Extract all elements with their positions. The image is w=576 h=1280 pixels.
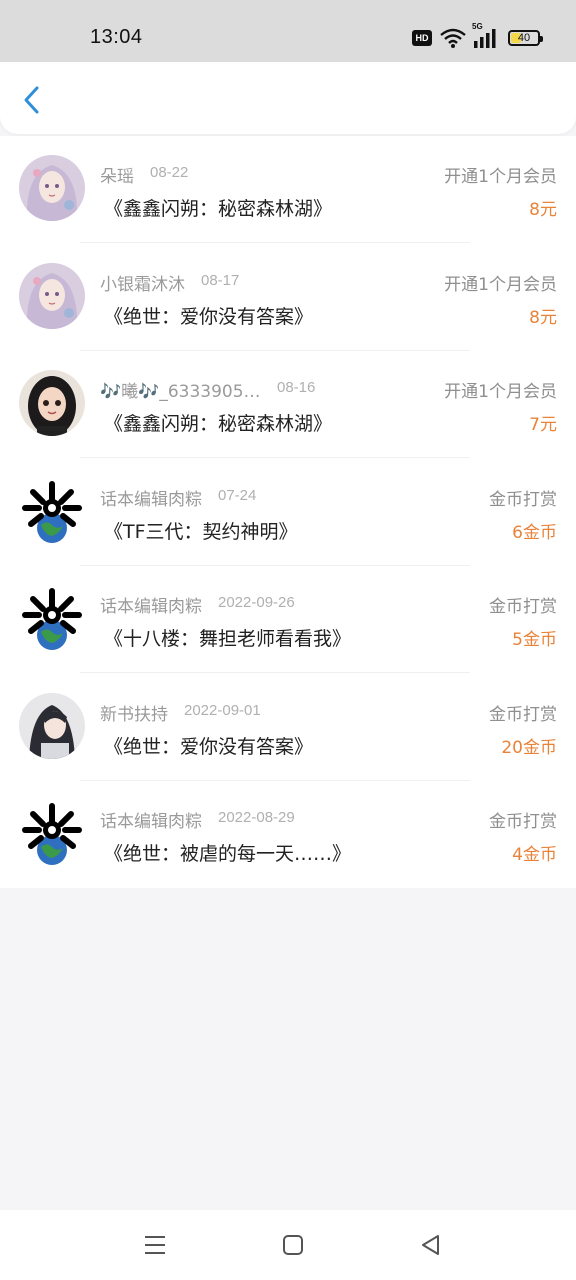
menu-button[interactable] [142,1232,168,1258]
record-amount: 7元 [529,415,557,435]
record-row[interactable]: 朵瑶 08-22 《鑫鑫闪朔：秘密森林湖》 开通1个月会员 8元 [0,136,576,243]
record-type: 金币打赏 [489,597,557,617]
book-title[interactable]: 《绝世：爱你没有答案》 [104,732,313,759]
username[interactable]: 小银霜沐沐 [100,270,185,295]
row-divider [80,242,470,243]
record-type: 金币打赏 [489,705,557,725]
record-row[interactable]: 小银霜沐沐 08-17 《绝世：爱你没有答案》 开通1个月会员 8元 [0,244,576,351]
record-date: 07-24 [218,487,257,504]
username[interactable]: 新书扶持 [100,700,168,725]
signal-5g-icon: 5G [472,22,500,48]
username[interactable]: 朵瑶 [100,162,134,187]
avatar[interactable] [19,693,85,759]
row-divider [80,672,470,673]
system-nav-bar [0,1210,576,1280]
wifi-icon [440,28,466,48]
network-type-label: 5G [472,22,483,31]
status-bar: 13:04 HD 5G 40 [0,0,576,62]
record-date: 2022-08-29 [218,809,295,826]
avatar[interactable] [19,155,85,221]
record-amount: 20金币 [501,738,557,758]
record-row[interactable]: 话本编辑肉粽 07-24 《TF三代：契约神明》 金币打赏 6金币 [0,459,576,566]
home-square-icon [283,1235,303,1255]
record-amount: 6金币 [512,523,557,543]
record-type: 金币打赏 [489,490,557,510]
menu-icon [145,1236,165,1254]
status-icons: HD 5G 40 [412,22,543,48]
status-time: 13:04 [90,26,143,48]
record-date: 2022-09-01 [184,702,261,719]
battery-tip [540,36,543,42]
avatar[interactable] [19,263,85,329]
avatar[interactable] [19,478,85,544]
record-date: 2022-09-26 [218,594,295,611]
book-title[interactable]: 《十八楼：舞担老师看看我》 [104,624,351,651]
row-divider [80,457,470,458]
home-button[interactable] [280,1232,306,1258]
battery-icon: 40 [508,30,543,46]
username[interactable]: 话本编辑肉粽 [100,807,202,832]
page-header [0,62,576,134]
back-triangle-icon [422,1235,439,1255]
record-row[interactable]: 话本编辑肉粽 2022-09-26 《十八楼：舞担老师看看我》 金币打赏 5金币 [0,566,576,673]
record-type: 开通1个月会员 [444,275,557,295]
hd-icon: HD [412,30,432,46]
nav-back-button[interactable] [418,1232,444,1258]
record-type: 金币打赏 [489,812,557,832]
record-date: 08-17 [201,272,240,289]
record-type: 开通1个月会员 [444,167,557,187]
book-title[interactable]: 《绝世：爱你没有答案》 [104,302,313,329]
record-date: 08-22 [150,164,189,181]
book-title[interactable]: 《TF三代：契约神明》 [104,517,298,544]
back-button[interactable] [18,84,48,116]
avatar[interactable] [19,370,85,436]
book-title[interactable]: 《绝世：被虐的每一天……》 [104,839,351,866]
avatar[interactable] [19,585,85,651]
record-amount: 8元 [529,200,557,220]
chevron-left-icon [24,86,39,114]
record-amount: 4金币 [512,845,557,865]
battery-level: 40 [517,32,531,44]
book-title[interactable]: 《鑫鑫闪朔：秘密森林湖》 [104,194,332,221]
record-row[interactable]: 话本编辑肉粽 2022-08-29 《绝世：被虐的每一天……》 金币打赏 4金币 [0,781,576,888]
username[interactable]: 🎶曦🎶_6333905… [100,377,261,402]
book-title[interactable]: 《鑫鑫闪朔：秘密森林湖》 [104,409,332,436]
avatar[interactable] [19,800,85,866]
username[interactable]: 话本编辑肉粽 [100,592,202,617]
username[interactable]: 话本编辑肉粽 [100,485,202,510]
record-amount: 5金币 [512,630,557,650]
record-amount: 8元 [529,308,557,328]
record-row[interactable]: 新书扶持 2022-09-01 《绝世：爱你没有答案》 金币打赏 20金币 [0,674,576,781]
record-list: 朵瑶 08-22 《鑫鑫闪朔：秘密森林湖》 开通1个月会员 8元 小银霜沐沐 08-17 《绝… [0,136,576,888]
record-row[interactable]: 🎶曦🎶_6333905… 08-16 《鑫鑫闪朔：秘密森林湖》 开通1个月会员 7元 [0,351,576,458]
record-date: 08-16 [277,379,316,396]
record-type: 开通1个月会员 [444,382,557,402]
